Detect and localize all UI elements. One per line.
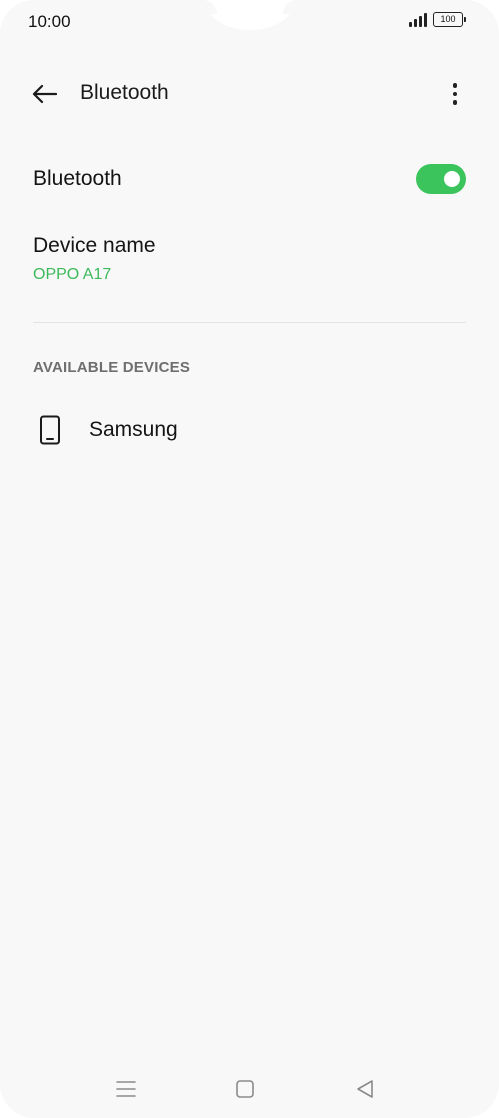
menu-icon bbox=[116, 1081, 136, 1097]
available-devices-header: AVAILABLE DEVICES bbox=[33, 359, 191, 376]
bluetooth-setting-row: Bluetooth bbox=[33, 154, 466, 204]
more-vert-icon bbox=[452, 83, 458, 88]
device-name-row[interactable]: Device name OPPO A17 bbox=[33, 232, 466, 296]
back-button[interactable] bbox=[26, 76, 62, 112]
nav-back-button[interactable] bbox=[345, 1074, 385, 1104]
page-title: Bluetooth bbox=[80, 81, 169, 104]
battery-icon: 100 bbox=[433, 12, 466, 27]
back-triangle-icon bbox=[357, 1080, 373, 1098]
more-options-button[interactable] bbox=[437, 76, 473, 112]
recent-apps-button[interactable] bbox=[106, 1074, 146, 1104]
device-name-label: Device name bbox=[33, 234, 156, 257]
arrow-left-icon bbox=[32, 84, 57, 104]
device-item-label: Samsung bbox=[89, 418, 178, 441]
list-item-samsung[interactable]: Samsung bbox=[33, 408, 466, 452]
navigation-bar bbox=[0, 1068, 499, 1108]
status-icons: 100 bbox=[409, 12, 466, 27]
camera-notch bbox=[193, 0, 307, 30]
toggle-knob bbox=[444, 171, 460, 187]
divider bbox=[33, 322, 466, 323]
status-time: 10:00 bbox=[28, 12, 71, 31]
app-bar: Bluetooth bbox=[0, 66, 499, 120]
bluetooth-setting-label: Bluetooth bbox=[33, 167, 122, 190]
device-name-value: OPPO A17 bbox=[33, 266, 112, 283]
home-icon bbox=[236, 1080, 254, 1098]
bluetooth-toggle[interactable] bbox=[416, 164, 466, 194]
screen: 10:00 100 Bluetooth Bluetooth Device nam bbox=[0, 0, 499, 1118]
phone-icon bbox=[33, 412, 67, 448]
home-button[interactable] bbox=[225, 1074, 265, 1104]
signal-icon bbox=[409, 12, 427, 27]
